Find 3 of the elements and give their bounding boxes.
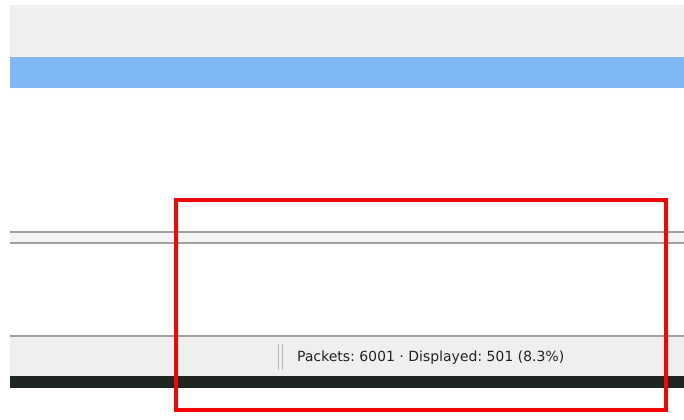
grip-icon	[278, 344, 283, 370]
packet-count-text: Packets: 6001 · Displayed: 501 (8.3%)	[297, 348, 564, 364]
pane-splitter[interactable]	[10, 231, 684, 244]
